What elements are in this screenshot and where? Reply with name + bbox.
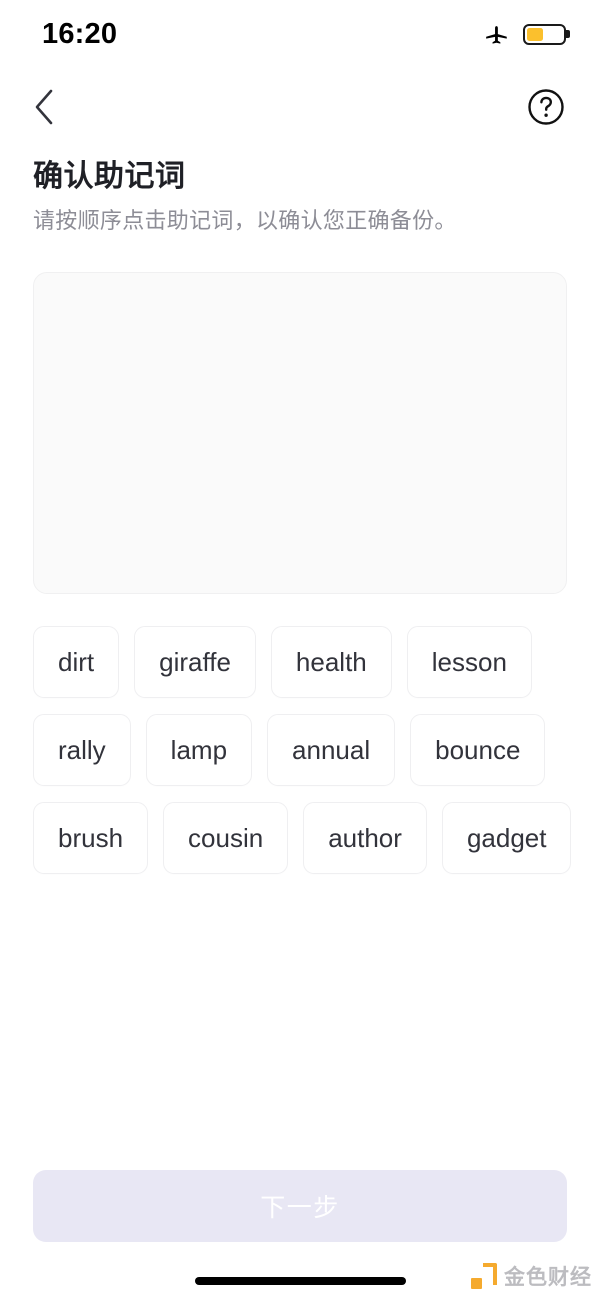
app-screen: 16:20 确认助记词 请按顺序点击助记词，以确认您正确备份。 dirt gir… [0,0,600,1299]
home-indicator [195,1277,406,1285]
watermark: 金色财经 [471,1261,592,1291]
selected-words-box[interactable] [33,272,567,594]
word-chip[interactable]: health [270,626,392,698]
page-subtitle: 请按顺序点击助记词，以确认您正确备份。 [33,207,457,233]
help-button[interactable] [524,85,568,129]
word-chip[interactable]: annual [267,714,396,786]
page-title: 确认助记词 [33,160,186,193]
next-button[interactable]: 下一步 [33,1170,567,1242]
word-chip[interactable]: gadget [441,802,572,874]
word-chip[interactable]: giraffe [134,626,256,698]
word-chip[interactable]: lesson [406,626,532,698]
battery-icon [523,23,566,45]
chevron-left-icon [35,89,53,125]
selected-words-list [34,273,566,309]
status-indicators [484,21,566,47]
header-section: 确认助记词 请按顺序点击助记词，以确认您正确备份。 [33,158,567,235]
status-time: 16:20 [42,17,118,50]
status-bar: 16:20 [0,0,600,68]
word-chip[interactable]: rally [33,714,131,786]
back-button[interactable] [20,83,68,131]
watermark-text: 金色财经 [504,1266,592,1289]
airplane-mode-icon [486,26,507,44]
word-chip[interactable]: dirt [33,626,120,698]
word-chip[interactable]: author [303,802,427,874]
nav-bar [0,76,600,138]
question-mark-circle-icon [528,89,564,125]
word-chip[interactable]: lamp [145,714,253,786]
word-pool: dirt giraffe health lesson rally lamp annual bo… [33,626,573,874]
jinse-logo-icon [471,1263,497,1289]
word-chip[interactable]: brush [33,802,149,874]
word-chip[interactable]: bounce [410,714,546,786]
word-chip[interactable]: cousin [163,802,289,874]
